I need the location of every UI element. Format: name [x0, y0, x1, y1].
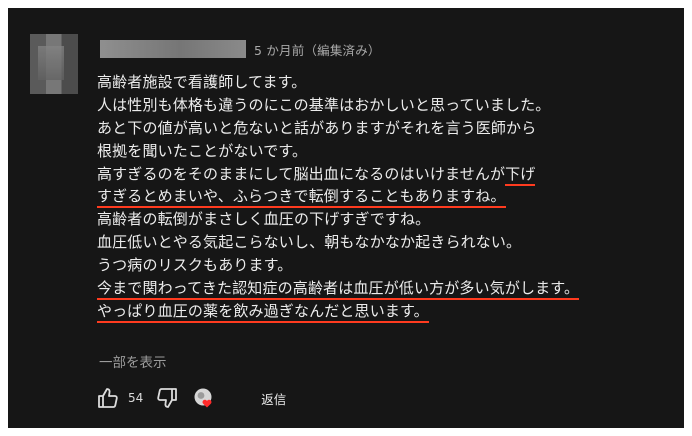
show-less-button[interactable]: 一部を表示	[99, 351, 167, 371]
comment-line: 血圧低いとやる気起こらないし、朝もなかなか起きられない。	[97, 231, 672, 254]
comment-actions: 54 返信	[96, 385, 286, 411]
like-count: 54	[128, 391, 144, 405]
comment-line: 高齢者の転倒がまさしく血圧の下げすぎですね。	[97, 208, 672, 231]
underlined-text: すぎるとめまいや、ふらつきで転倒することもありますね。	[97, 187, 506, 209]
comment-line: やっぱり血圧の薬を飲み過ぎなんだと思います。	[97, 300, 672, 323]
comment-line: すぎるとめまいや、ふらつきで転倒することもありますね。	[97, 185, 672, 209]
comment-line: 根拠を聞いたことがないです。	[97, 140, 672, 163]
comment-line-text: 高すぎるのをそのままにして脳出血になるのはいけませんが	[97, 164, 506, 183]
comment-line-text: 高齢者施設で看護師してます。	[97, 73, 307, 91]
thumbs-up-icon[interactable]	[96, 386, 120, 410]
comment-line: うつ病のリスクもあります。	[97, 254, 672, 277]
timestamp: 5 か月前（編集済み）	[254, 42, 381, 58]
comment-card: 5 か月前（編集済み） 高齢者施設で看護師してます。人は性別も体格も違うのにこの…	[8, 8, 684, 428]
author-name[interactable]	[100, 40, 246, 58]
thumbs-down-icon[interactable]	[155, 386, 179, 410]
comment-line: 人は性別も体格も違うのにこの基準はおかしいと思っていました。	[97, 94, 672, 117]
comment-line-text: 根拠を聞いたことがないです。	[97, 141, 308, 160]
comment-line: 今まで関わってきた認知症の高齢者は血圧が低い方が多い気がします。	[97, 277, 672, 301]
comment-text: 高齢者施設で看護師してます。人は性別も体格も違うのにこの基準はおかしいと思ってい…	[97, 71, 672, 323]
creator-heart-icon	[193, 387, 215, 409]
comment-line: 高すぎるのをそのままにして脳出血になるのはいけませんが下げ	[97, 163, 672, 186]
comment-header: 5 か月前（編集済み）	[100, 39, 381, 59]
underlined-text: 下げ	[505, 164, 536, 186]
comment-line-text: あと下の値が高いと危ないと話がありますがそれを言う医師から	[97, 118, 537, 137]
comment-line-text: うつ病のリスクもあります。	[97, 256, 293, 275]
comment-line-text: 血圧低いとやる気起こらないし、朝もなかなか起きられない。	[97, 233, 522, 252]
comment-line-text: 高齢者の転倒がまさしく血圧の下げすぎですね。	[97, 210, 431, 229]
underlined-text: 今まで関わってきた認知症の高齢者は血圧が低い方が多い気がします。	[97, 279, 580, 301]
underlined-text: やっぱり血圧の薬を飲み過ぎなんだと思います。	[97, 301, 429, 323]
comment-line-text: 人は性別も体格も違うのにこの基準はおかしいと思っていました。	[97, 95, 551, 114]
comment-line: あと下の値が高いと危ないと話がありますがそれを言う医師から	[97, 117, 672, 140]
avatar[interactable]	[30, 34, 78, 94]
comment-line: 高齢者施設で看護師してます。	[97, 71, 672, 94]
reply-button[interactable]: 返信	[261, 389, 286, 408]
